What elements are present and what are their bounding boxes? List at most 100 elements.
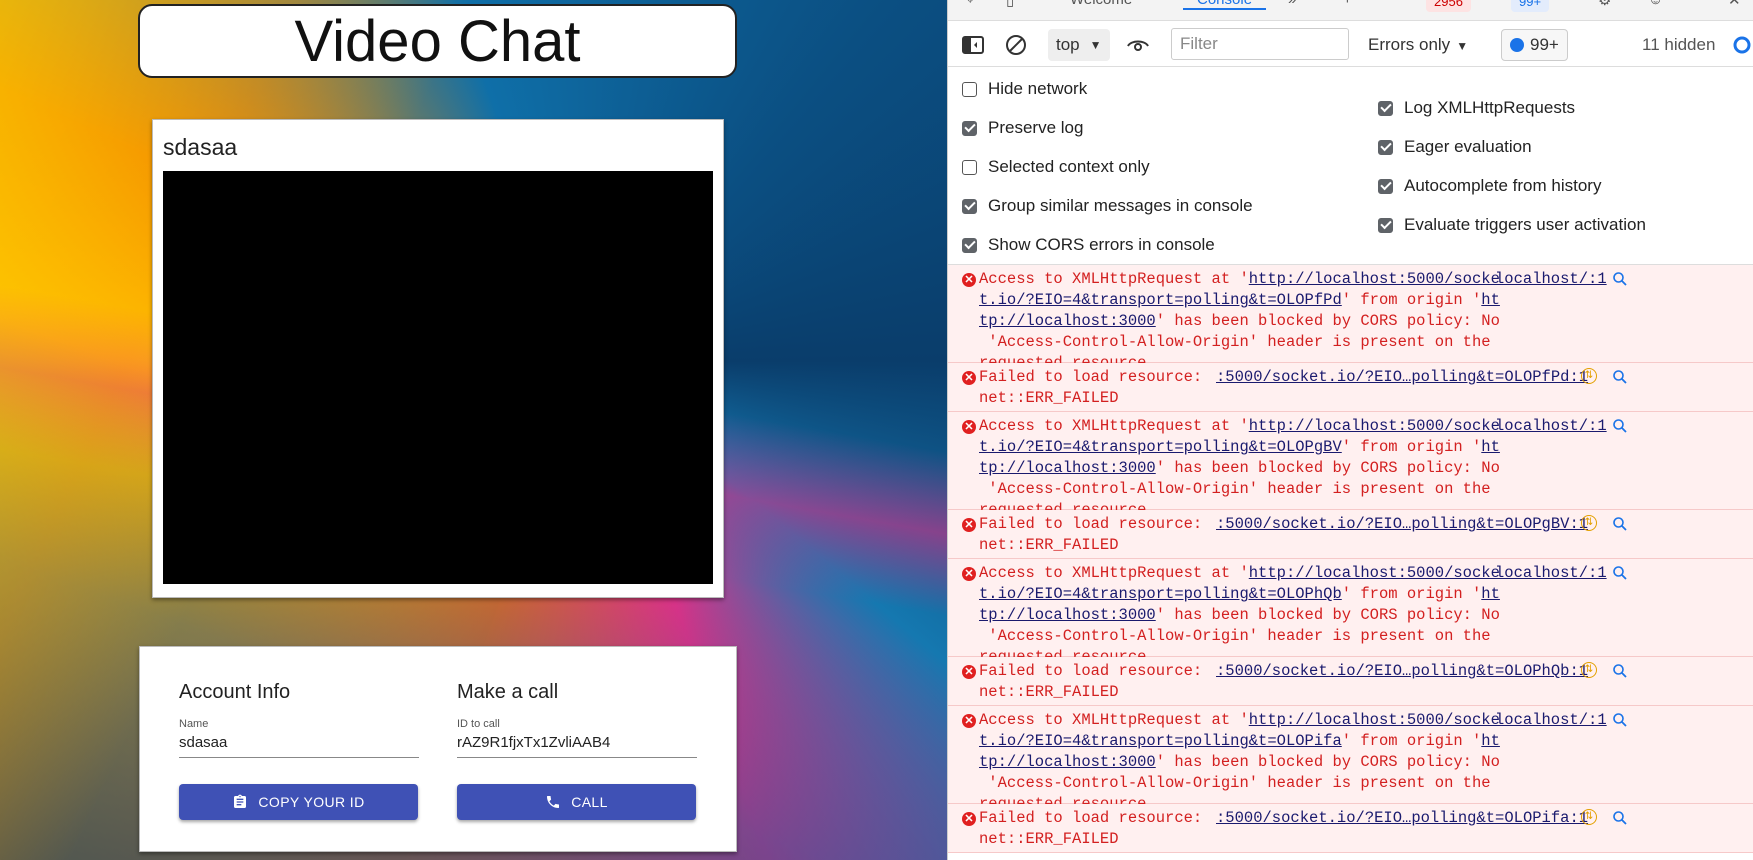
url-link[interactable]: tp://localhost:3000 (979, 753, 1156, 771)
source-link[interactable]: :5000/socket.io/?EIO…polling&t=OLOPfPd:1 (1216, 367, 1588, 388)
checkbox[interactable] (1378, 139, 1393, 155)
search-icon[interactable] (1612, 369, 1628, 385)
search-icon[interactable] (1612, 271, 1628, 287)
setting-eager-eval[interactable]: Eager evaluation (1378, 137, 1532, 157)
issues-count: 99+ (1530, 35, 1559, 54)
name-input[interactable]: sdasaa (179, 734, 419, 758)
error-icon: ✕ (962, 371, 976, 385)
console-error-load[interactable]: ✕ Failed to load resource: net::ERR_FAILE… (948, 657, 1753, 706)
search-icon[interactable] (1612, 810, 1628, 826)
device-icon[interactable]: ▯ (1006, 0, 1014, 9)
source-link[interactable]: :5000/socket.io/?EIO…polling&t=OLOPgBV:1 (1216, 514, 1588, 535)
setting-autocomplete[interactable]: Autocomplete from history (1378, 176, 1601, 196)
url-link[interactable]: ht (1481, 291, 1500, 309)
url-link[interactable]: ht (1481, 585, 1500, 603)
checkbox[interactable] (1378, 217, 1393, 233)
search-icon[interactable] (1612, 663, 1628, 679)
copy-id-button[interactable]: COPY YOUR ID (179, 784, 418, 820)
setting-preserve-log[interactable]: Preserve log (962, 118, 1083, 138)
setting-show-cors[interactable]: Show CORS errors in console (962, 235, 1215, 255)
checkbox[interactable] (962, 237, 977, 253)
context-selector[interactable]: top ▼ (1048, 29, 1110, 61)
error-count-badge[interactable]: 2956 (1426, 0, 1471, 12)
source-link[interactable]: :5000/socket.io/?EIO…polling&t=OLOPifa:1 (1216, 808, 1588, 829)
url-link[interactable]: ht (1481, 438, 1500, 456)
checkbox[interactable] (962, 159, 977, 175)
feedback-icon[interactable]: ☺ (1648, 0, 1663, 8)
inspect-icon[interactable]: ⌖ (966, 0, 974, 8)
log-level-dropdown[interactable]: Errors only ▼ (1368, 35, 1468, 55)
console-error-cors[interactable]: ✕ Access to XMLHttpRequest at 'http://loc… (948, 706, 1753, 813)
setting-log-xhr[interactable]: Log XMLHttpRequests (1378, 98, 1575, 118)
filter-input[interactable] (1171, 28, 1349, 60)
tab-console[interactable]: Console (1183, 0, 1267, 10)
checkbox[interactable] (1378, 178, 1393, 194)
console-error-load[interactable]: ✕ Failed to load resource: net::ERR_FAILE… (948, 804, 1753, 853)
source-link[interactable]: :5000/socket.io/?EIO…polling&t=OLOPhQb:1 (1216, 661, 1588, 682)
message-fragment: ' has been blocked by CORS policy: No (1155, 312, 1500, 330)
setting-group-similar[interactable]: Group similar messages in console (962, 196, 1253, 216)
setting-hide-network[interactable]: Hide network (962, 79, 1087, 99)
console-message-text: Access to XMLHttpRequest at 'http://loca… (979, 710, 1539, 815)
source-link[interactable]: localhost/:1 (1495, 563, 1607, 584)
source-link[interactable]: localhost/:1 (1495, 710, 1607, 731)
eye-icon[interactable] (1126, 33, 1150, 57)
setting-selected-context[interactable]: Selected context only (962, 157, 1150, 177)
id-to-call-input[interactable]: rAZ9R1fjxTx1ZvliAAB4 (457, 734, 697, 758)
url-link[interactable]: t.io/?EIO=4&transport=polling&t=OLOPfPd (979, 291, 1342, 309)
console-error-load[interactable]: ✕ Failed to load resource: net::ERR_FAILE… (948, 363, 1753, 412)
message-fragment: ' from origin ' (1341, 438, 1482, 456)
url-link[interactable]: http://localhost:5000/socke (1249, 270, 1500, 288)
error-icon: ✕ (962, 420, 976, 434)
video-stream[interactable] (163, 171, 713, 584)
add-tab-icon[interactable]: + (1343, 0, 1352, 8)
clear-console-icon[interactable] (1004, 33, 1028, 57)
url-link[interactable]: tp://localhost:3000 (979, 459, 1156, 477)
setting-label: Preserve log (988, 118, 1084, 137)
gear-icon[interactable]: ⚙ (1598, 0, 1611, 9)
message-fragment: Access to XMLHttpRequest at ' (979, 417, 1249, 435)
gear-icon[interactable] (1730, 33, 1753, 57)
console-error-cors[interactable]: ✕ Access to XMLHttpRequest at 'http://loc… (948, 265, 1753, 372)
console-error-cors[interactable]: ✕ Access to XMLHttpRequest at 'http://loc… (948, 412, 1753, 519)
more-tabs-icon[interactable]: » (1288, 0, 1296, 8)
account-info-section: Account Info Name sdasaa (179, 681, 419, 758)
search-icon[interactable] (1612, 565, 1628, 581)
console-error-load[interactable]: ✕ Failed to load resource: net::ERR_FAILE… (948, 510, 1753, 559)
tab-welcome[interactable]: Welcome (1070, 0, 1132, 8)
console-error-cors[interactable]: ✕ Access to XMLHttpRequest at 'http://loc… (948, 559, 1753, 666)
log-level-value: Errors only (1368, 35, 1451, 54)
sidebar-toggle-icon[interactable] (961, 33, 985, 57)
name-label: Name (179, 718, 209, 730)
url-link[interactable]: t.io/?EIO=4&transport=polling&t=OLOPifa (979, 732, 1342, 750)
url-link[interactable]: tp://localhost:3000 (979, 312, 1156, 330)
setting-evaluate-triggers[interactable]: Evaluate triggers user activation (1378, 215, 1646, 235)
url-link[interactable]: tp://localhost:3000 (979, 606, 1156, 624)
search-icon[interactable] (1612, 516, 1628, 532)
network-icon[interactable]: ⇅ (1581, 809, 1597, 825)
issue-count-badge[interactable]: 99+ (1511, 0, 1550, 12)
url-link[interactable]: t.io/?EIO=4&transport=polling&t=OLOPgBV (979, 438, 1342, 456)
checkbox[interactable] (962, 198, 977, 214)
url-link[interactable]: ht (1481, 732, 1500, 750)
source-link[interactable]: localhost/:1 (1495, 269, 1607, 290)
console-toolbar: top ▼ Errors only ▼ 99+ 11 hidden (948, 24, 1753, 67)
call-button[interactable]: CALL (457, 784, 696, 820)
checkbox[interactable] (1378, 100, 1393, 116)
video-user-name: sdasaa (163, 134, 238, 160)
network-icon[interactable]: ⇅ (1581, 515, 1597, 531)
url-link[interactable]: http://localhost:5000/socke (1249, 711, 1500, 729)
checkbox[interactable] (962, 120, 977, 136)
close-icon[interactable]: ✕ (1728, 0, 1741, 9)
source-link[interactable]: localhost/:1 (1495, 416, 1607, 437)
search-icon[interactable] (1612, 712, 1628, 728)
network-icon[interactable]: ⇅ (1581, 368, 1597, 384)
url-link[interactable]: http://localhost:5000/socke (1249, 564, 1500, 582)
url-link[interactable]: t.io/?EIO=4&transport=polling&t=OLOPhQb (979, 585, 1342, 603)
network-icon[interactable]: ⇅ (1581, 662, 1597, 678)
message-fragment: ' from origin ' (1341, 732, 1482, 750)
search-icon[interactable] (1612, 418, 1628, 434)
checkbox[interactable] (962, 81, 977, 97)
issues-button[interactable]: 99+ (1501, 29, 1568, 61)
url-link[interactable]: http://localhost:5000/socke (1249, 417, 1500, 435)
